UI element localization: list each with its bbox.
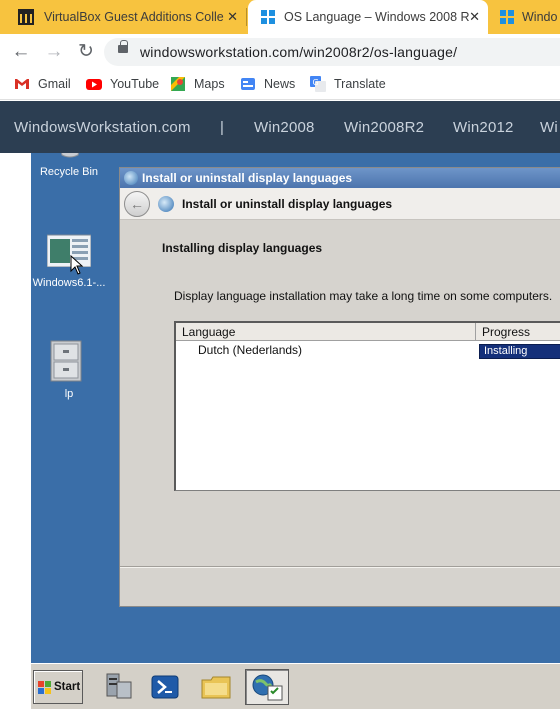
start-button[interactable]: Start: [33, 670, 83, 704]
bookmark-maps[interactable]: Maps: [170, 76, 225, 92]
reload-button[interactable]: ↻: [74, 40, 98, 64]
section-heading: Installing display languages: [162, 241, 323, 255]
mouse-cursor-icon: [70, 255, 84, 275]
windows-icon: [500, 10, 514, 24]
bookmarks-bar: Gmail YouTube Maps News G Translate: [0, 70, 560, 100]
recycle-bin-icon: [60, 153, 80, 158]
maps-icon: [170, 76, 186, 92]
icon-label: lp: [64, 388, 74, 400]
nav-item-win2012[interactable]: Win2012: [453, 119, 514, 136]
bookmark-news[interactable]: News: [240, 76, 295, 92]
info-text: Display language installation may take a…: [174, 289, 553, 303]
dialog-title: Install or uninstall display languages: [142, 171, 353, 185]
windows-icon: [261, 10, 275, 24]
close-icon[interactable]: ✕: [227, 9, 238, 25]
vm-taskbar: Start: [31, 663, 560, 709]
bookmark-translate[interactable]: G Translate: [310, 76, 386, 92]
news-icon: [240, 76, 256, 92]
nav-separator: |: [220, 119, 225, 136]
server-manager-icon[interactable]: [101, 672, 135, 702]
bookmark-youtube[interactable]: YouTube: [86, 76, 159, 92]
translate-icon: G: [310, 76, 326, 92]
site-nav: WindowsWorkstation.com | Win2008 Win2008…: [0, 101, 560, 153]
bookmark-label: Maps: [194, 77, 225, 91]
bookmark-label: News: [264, 77, 296, 91]
tab-title: Windo: [522, 10, 558, 24]
back-button[interactable]: ←: [124, 191, 150, 217]
language-list[interactable]: Language Progress Dutch (Nederlands) Ins…: [174, 321, 560, 491]
language-cell: Dutch (Nederlands): [198, 343, 303, 357]
bookmark-label: YouTube: [110, 77, 160, 91]
gmail-icon: [14, 76, 30, 92]
desktop-icon-recycle-bin[interactable]: Recycle Bin: [31, 153, 111, 183]
svg-text:G: G: [313, 78, 319, 87]
address-bar[interactable]: windowsworkstation.com/win2008r2/os-lang…: [104, 38, 560, 66]
column-header-language[interactable]: Language: [176, 323, 476, 341]
windows-logo-icon: [38, 680, 51, 694]
folder-icon[interactable]: [199, 672, 233, 702]
dialog-header-title: Install or uninstall display languages: [182, 197, 393, 211]
update-package-icon: [47, 234, 91, 267]
youtube-icon: [86, 76, 102, 92]
bookmark-label: Translate: [334, 77, 386, 91]
icon-label: Windows6.1-...: [32, 277, 106, 289]
tab-windows[interactable]: Windo: [490, 0, 560, 34]
language-dialog: Install or uninstall display languages ←…: [119, 167, 560, 607]
nav-item-win2008[interactable]: Win2008: [254, 119, 315, 136]
page-bottom-margin: [0, 709, 560, 720]
forward-button[interactable]: →: [42, 40, 66, 64]
tab-strip: VirtualBox Guest Additions Colle ✕ OS La…: [0, 0, 560, 34]
vm-desktop: Recycle Bin Windows6.1-... lp Install or…: [31, 153, 560, 663]
globe-icon: [124, 171, 138, 185]
bookmark-label: Gmail: [38, 77, 71, 91]
dialog-titlebar[interactable]: Install or uninstall display languages: [120, 168, 560, 188]
start-label: Start: [54, 681, 81, 693]
desktop-icon-lp[interactable]: lp: [31, 337, 111, 401]
back-button[interactable]: ←: [9, 40, 33, 64]
tab-title: OS Language – Windows 2008 R: [284, 10, 470, 24]
site-brand[interactable]: WindowsWorkstation.com: [14, 119, 191, 136]
close-icon[interactable]: ✕: [469, 9, 480, 25]
dialog-header: ← Install or uninstall display languages: [120, 188, 560, 220]
museum-icon: [18, 9, 34, 25]
tab-title: VirtualBox Guest Additions Colle: [44, 10, 224, 24]
bookmark-gmail[interactable]: Gmail: [14, 76, 71, 92]
browser-toolbar: ← → ↻ windowsworkstation.com/win2008r2/o…: [0, 34, 560, 70]
filing-cabinet-icon: [50, 340, 82, 382]
nav-item-more[interactable]: Wi: [540, 119, 558, 136]
dialog-divider: [120, 566, 560, 568]
icon-label: Recycle Bin: [39, 166, 99, 178]
powershell-icon[interactable]: [148, 672, 182, 702]
url-text: windowsworkstation.com/win2008r2/os-lang…: [140, 44, 458, 60]
dialog-content: Installing display languages Display lan…: [124, 221, 560, 561]
nav-item-win2008r2[interactable]: Win2008R2: [344, 119, 424, 136]
progress-status: Installing: [479, 344, 560, 359]
tab-separator: [246, 8, 247, 26]
language-settings-taskbar-icon[interactable]: [245, 669, 289, 705]
tab-virtualbox[interactable]: VirtualBox Guest Additions Colle ✕: [0, 0, 246, 34]
column-header-progress[interactable]: Progress: [476, 323, 560, 341]
tab-os-language[interactable]: OS Language – Windows 2008 R ✕: [248, 0, 488, 34]
desktop-icon-windows-update[interactable]: Windows6.1-...: [31, 229, 111, 293]
globe-icon: [158, 196, 174, 212]
lock-icon: [118, 40, 128, 53]
